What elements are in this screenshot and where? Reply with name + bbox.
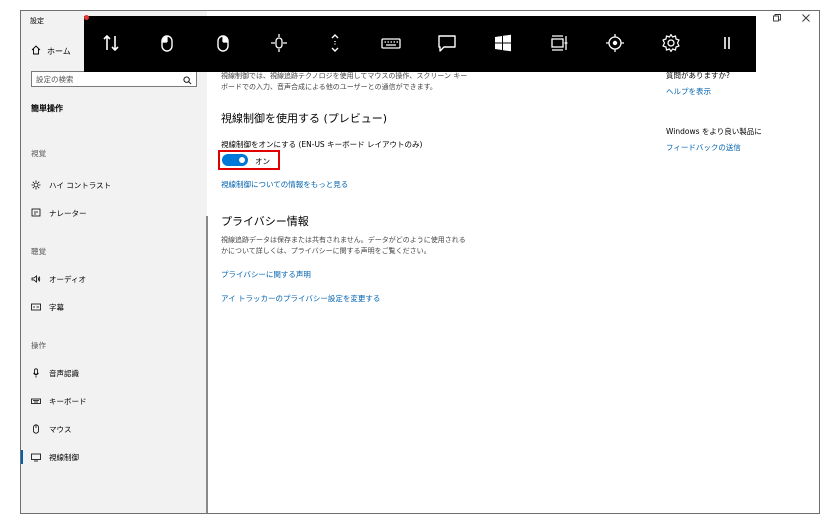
sidebar-item-captions[interactable]: 字幕	[31, 300, 64, 314]
text-to-speech-button[interactable]	[432, 28, 462, 58]
scrollbar[interactable]	[206, 216, 208, 513]
section-title: 簡単操作	[31, 104, 63, 113]
settings-button[interactable]	[656, 28, 686, 58]
main-content: 視線制御では、視線追跡テクノロジを使用してマウスの操作、スクリーン キー ボード…	[218, 11, 661, 513]
active-indicator	[21, 450, 23, 464]
keyboard-button[interactable]	[376, 28, 406, 58]
search-box[interactable]	[31, 71, 197, 87]
pause-icon	[724, 37, 730, 49]
intro-line: 視線制御では、視線追跡テクノロジを使用してマウスの操作、スクリーン キー	[221, 72, 468, 80]
tracker-privacy-link[interactable]: アイ トラッカーのプライバシー設定を変更する	[221, 293, 380, 304]
eye-control-launchpad	[84, 16, 756, 72]
captions-icon	[31, 302, 41, 312]
precise-mouse-button[interactable]	[264, 28, 294, 58]
keyboard-icon	[31, 396, 41, 406]
section-heading: 視線制御を使用する (プレビュー)	[221, 112, 388, 125]
text-to-speech-icon	[438, 35, 456, 52]
right-click-button[interactable]	[208, 28, 238, 58]
keyboard-icon	[381, 38, 401, 49]
privacy-line: かについて詳しくは、プライバシーに関する声明をご覧ください。	[221, 247, 431, 255]
sidebar-item-high-contrast[interactable]: ハイ コントラスト	[31, 178, 111, 192]
switch-task-button[interactable]	[544, 28, 574, 58]
recording-indicator	[84, 15, 89, 20]
intro-text: 視線制御では、視線追跡テクノロジを使用してマウスの操作、スクリーン キー ボード…	[221, 71, 491, 93]
sidebar-item-label: 音声認識	[49, 368, 79, 378]
narrator-icon	[31, 208, 41, 218]
swap-position-button[interactable]	[96, 28, 126, 58]
settings-window: 設定 ホーム 簡単操作 視覚 ハイ コントラスト ナレーター	[20, 10, 820, 514]
sidebar-item-label: キーボード	[49, 396, 87, 406]
start-button[interactable]	[488, 28, 518, 58]
sidebar-item-keyboard[interactable]: キーボード	[31, 394, 87, 408]
sidebar-item-speech[interactable]: 音声認識	[31, 366, 79, 380]
sidebar-item-narrator[interactable]: ナレーター	[31, 206, 87, 220]
feedback-link[interactable]: フィードバックの送信	[666, 142, 741, 153]
left-click-icon	[161, 35, 173, 52]
pause-button[interactable]	[712, 28, 742, 58]
switch-task-icon	[551, 35, 568, 51]
toggle-knob	[239, 157, 245, 163]
mouse-icon	[31, 424, 41, 434]
scroll-icon	[331, 34, 339, 52]
privacy-text: 視線追跡データは保存または共有されません。データがどのように使用される かについ…	[221, 235, 491, 257]
search-input[interactable]	[36, 74, 176, 84]
sidebar-item-label: オーディオ	[49, 274, 86, 284]
restore-button[interactable]	[773, 14, 781, 25]
restore-icon	[773, 14, 781, 22]
right-click-icon	[217, 35, 229, 52]
eye-control-toggle[interactable]	[222, 154, 248, 166]
brightness-icon	[31, 180, 41, 190]
help-link[interactable]: ヘルプを表示	[666, 86, 711, 97]
sidebar-item-label: 視線制御	[49, 452, 79, 462]
improve-text: Windows をより良い製品に	[666, 127, 762, 136]
home-icon	[31, 45, 41, 57]
learn-more-link[interactable]: 視線制御についての情報をもっと見る	[221, 179, 348, 190]
sidebar-item-eye-control[interactable]: 視線制御	[31, 450, 79, 464]
sidebar-item-label: 字幕	[49, 302, 64, 312]
close-icon	[802, 14, 810, 22]
eye-control-icon	[31, 452, 41, 462]
toggle-state-label: オン	[255, 157, 270, 166]
category-hearing: 聴覚	[31, 247, 46, 256]
intro-line: ボードでの入力、音声合成による他のユーザーとの通信ができます。	[221, 83, 437, 91]
eye-cursor-button[interactable]	[600, 28, 630, 58]
start-icon	[495, 34, 511, 52]
privacy-line: 視線追跡データは保存または共有されません。データがどのように使用される	[221, 236, 466, 244]
settings-icon	[662, 33, 680, 53]
eye-cursor-icon	[606, 34, 624, 52]
left-click-button[interactable]	[152, 28, 182, 58]
microphone-icon	[31, 368, 41, 378]
category-interaction: 操作	[31, 341, 46, 350]
sidebar-item-label: ナレーター	[49, 208, 87, 218]
toggle-caption: 視線制御をオンにする (EN-US キーボード レイアウトのみ)	[221, 140, 423, 149]
window-title: 設定	[30, 17, 44, 25]
home-label: ホーム	[47, 46, 71, 56]
scroll-button[interactable]	[320, 28, 350, 58]
sidebar-item-audio[interactable]: オーディオ	[31, 272, 86, 286]
sidebar-item-label: ハイ コントラスト	[49, 180, 112, 190]
sidebar-item-mouse[interactable]: マウス	[31, 422, 72, 436]
home-button[interactable]: ホーム	[31, 45, 71, 57]
category-vision: 視覚	[31, 149, 46, 158]
privacy-heading: プライバシー情報	[221, 215, 309, 228]
swap-position-icon	[103, 34, 119, 52]
sidebar: 設定 ホーム 簡単操作 視覚 ハイ コントラスト ナレーター	[21, 11, 207, 513]
privacy-statement-link[interactable]: プライバシーに関する声明	[221, 269, 311, 280]
search-icon[interactable]	[183, 70, 192, 89]
speaker-icon	[31, 274, 41, 284]
precise-mouse-icon	[271, 34, 287, 52]
close-button[interactable]	[802, 14, 810, 25]
sidebar-item-label: マウス	[49, 424, 72, 434]
